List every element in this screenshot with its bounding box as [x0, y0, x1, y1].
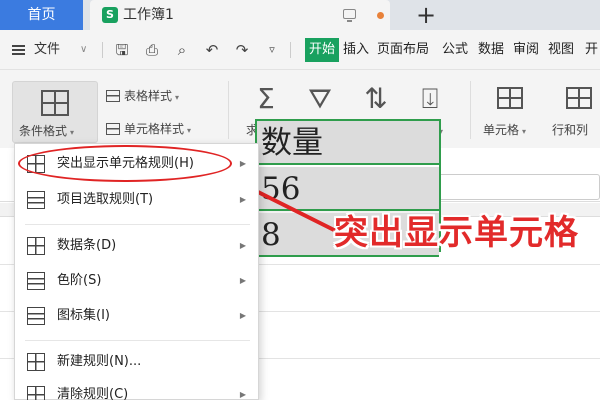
menu-tab-more[interactable]: 开: [584, 38, 599, 62]
tab-bar: 首页 S 工作簿1 +: [0, 0, 600, 30]
tab-workbook-title: 工作簿1: [123, 7, 174, 23]
table-style-icon: [106, 90, 120, 102]
menu-divider: [25, 340, 250, 341]
menu-item-icon-sets[interactable]: 图标集(I) ▶: [15, 298, 258, 334]
menu-tab-review[interactable]: 审阅: [512, 38, 540, 62]
funnel-icon: ⛛: [308, 82, 332, 115]
cell-style-button[interactable]: 单元格样式 ▾: [106, 119, 191, 139]
icon-sets-icon: [27, 307, 45, 325]
menu-tab-view[interactable]: 视图: [547, 38, 575, 62]
hamburger-menu-icon[interactable]: [12, 45, 25, 55]
menu-item-label: 图标集(I): [57, 308, 110, 323]
toolbar-divider: [102, 42, 103, 58]
menu-item-data-bars[interactable]: 数据条(D) ▶: [15, 228, 258, 264]
tab-home[interactable]: 首页: [0, 0, 83, 30]
annotation-highlight-oval: [18, 145, 232, 182]
menu-tab-page-layout[interactable]: 页面布局: [376, 38, 430, 62]
submenu-arrow-icon: ▶: [239, 159, 246, 168]
cell-quantity-header[interactable]: 数量: [257, 121, 439, 165]
tab-workbook[interactable]: S 工作簿1: [90, 0, 390, 30]
toolbar-divider: [290, 42, 291, 58]
redo-icon[interactable]: ↷: [232, 41, 252, 59]
menu-item-label: 项目选取规则(T): [57, 192, 154, 207]
submenu-arrow-icon: ▶: [239, 390, 246, 399]
annotation-text: 突出显示单元格: [334, 213, 579, 253]
cell-label: 单元格 ▾: [483, 123, 527, 137]
save-icon[interactable]: 🖫: [112, 41, 132, 59]
ribbon-divider: [470, 81, 471, 139]
menu-tab-formula[interactable]: 公式: [441, 38, 469, 62]
submenu-arrow-icon: ▶: [239, 241, 246, 250]
conditional-format-icon: [41, 90, 69, 116]
new-tab-button[interactable]: +: [416, 2, 436, 28]
menu-tab-insert[interactable]: 插入: [342, 38, 370, 62]
undo-icon[interactable]: ↶: [202, 41, 222, 59]
print-icon[interactable]: ⎙: [142, 41, 162, 59]
sort-icon: ⇅: [364, 82, 388, 115]
data-bars-icon: [27, 237, 45, 255]
conditional-format-button[interactable]: 条件格式 ▾: [12, 81, 98, 143]
new-rule-icon: [27, 353, 45, 371]
menu-item-clear-rules[interactable]: 清除规则(C) ▶: [15, 377, 258, 400]
spreadsheet-icon: S: [102, 7, 118, 23]
menu-divider: [25, 224, 250, 225]
clear-rules-icon: [27, 386, 45, 400]
submenu-arrow-icon: ▶: [239, 195, 246, 204]
menu-bar: 文件 ∨ 🖫 ⎙ ⌕ ↶ ↷ ▿ 开始 插入 页面布局 公式 数据 审阅 视图 …: [0, 30, 600, 70]
print-preview-icon[interactable]: ⌕: [172, 41, 192, 59]
menu-item-color-scales[interactable]: 色阶(S) ▶: [15, 263, 258, 299]
table-style-button[interactable]: 表格样式 ▾: [106, 86, 179, 106]
color-scales-icon: [27, 272, 45, 290]
menu-file[interactable]: 文件: [34, 30, 60, 70]
sigma-icon: Σ: [257, 82, 275, 115]
top-bottom-rules-icon: [27, 191, 45, 209]
menu-item-label: 新建规则(N)...: [57, 354, 142, 369]
row-col-icon: [566, 87, 592, 109]
ribbon-divider: [228, 81, 229, 139]
row-col-label: 行和列: [552, 123, 589, 137]
menu-tab-start[interactable]: 开始: [305, 38, 340, 62]
cell-icon: [497, 87, 523, 109]
fill-icon: ⍗: [421, 82, 439, 115]
menu-item-top-bottom-rules[interactable]: 项目选取规则(T) ▶: [15, 182, 258, 218]
cell-style-icon: [106, 123, 120, 135]
submenu-arrow-icon: ▶: [239, 276, 246, 285]
menu-item-new-rule[interactable]: 新建规则(N)...: [15, 344, 258, 380]
menu-item-label: 清除规则(C): [57, 387, 129, 400]
menu-item-label: 色阶(S): [57, 273, 102, 288]
conditional-format-label: 条件格式 ▾: [19, 124, 75, 138]
chevron-down-icon[interactable]: ∨: [80, 30, 87, 70]
submenu-arrow-icon: ▶: [239, 311, 246, 320]
quick-access-dropdown-icon[interactable]: ▿: [262, 41, 282, 59]
menu-item-label: 数据条(D): [57, 238, 117, 253]
monitor-icon[interactable]: [343, 9, 356, 22]
menu-tab-data[interactable]: 数据: [477, 38, 505, 62]
unsaved-indicator: [377, 12, 384, 19]
